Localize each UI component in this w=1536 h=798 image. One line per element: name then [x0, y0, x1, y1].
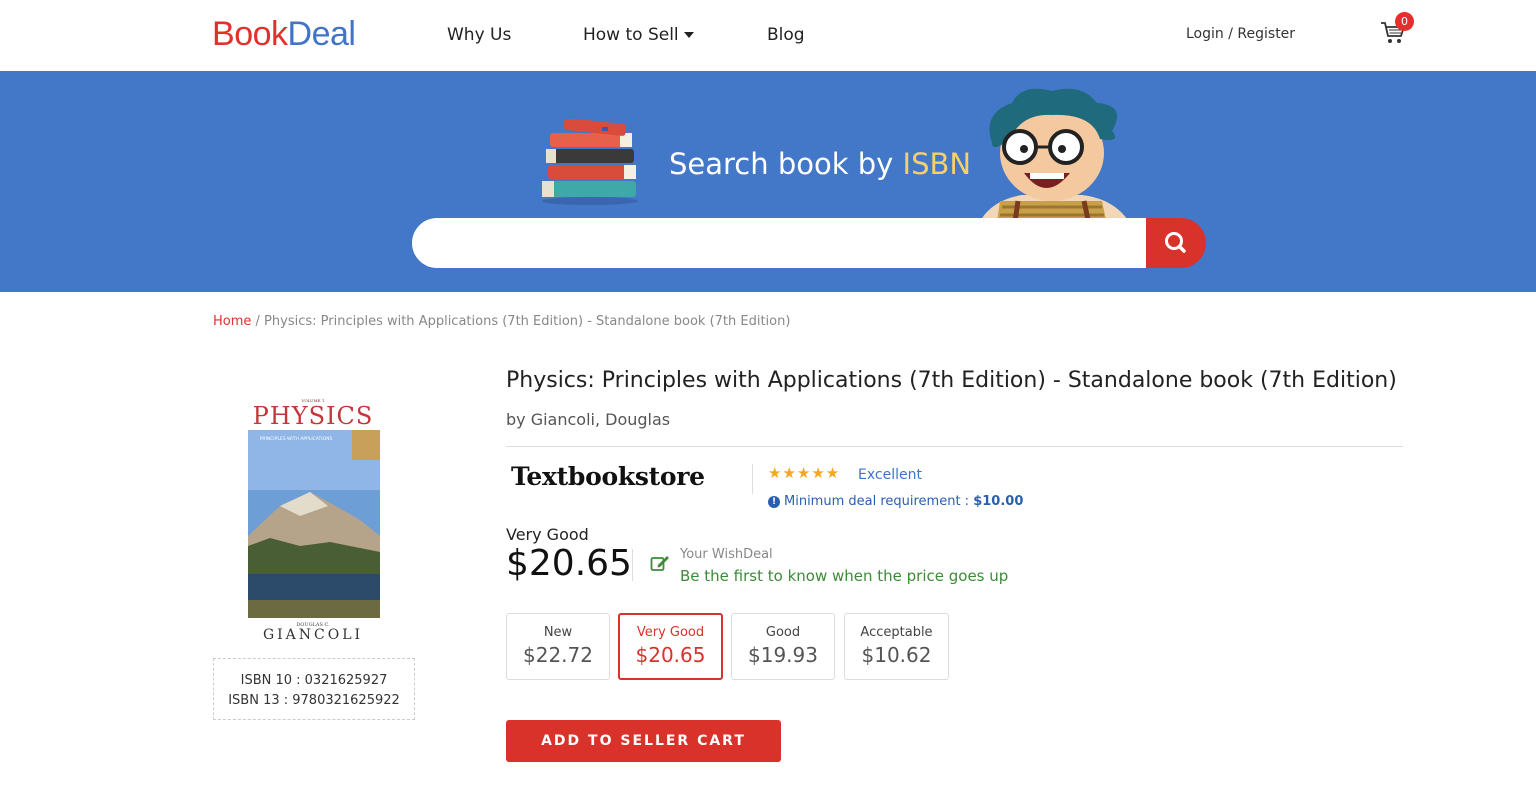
- caret-down-icon: [683, 32, 694, 38]
- cover-title: PHYSICS: [253, 402, 374, 430]
- nav-blog[interactable]: Blog: [767, 24, 805, 46]
- isbn-search-input[interactable]: [412, 218, 1148, 268]
- condition-good-button[interactable]: Good $19.93: [731, 613, 835, 680]
- cover-subtitle: PRINCIPLES WITH APPLICATIONS: [260, 436, 333, 442]
- nav-why-us[interactable]: Why Us: [447, 24, 511, 46]
- search-icon: [1165, 232, 1186, 253]
- hero-title: Search book by ISBN: [669, 147, 971, 181]
- add-to-seller-cart-button[interactable]: ADD TO SELLER CART: [506, 720, 781, 762]
- breadcrumb-current: Physics: Principles with Applications (7…: [264, 314, 791, 329]
- seller-rating-label: Excellent: [858, 467, 922, 483]
- divider: [506, 446, 1403, 447]
- search-button[interactable]: [1146, 218, 1206, 268]
- breadcrumb: Home / Physics: Principles with Applicat…: [213, 314, 790, 329]
- register-link[interactable]: Register: [1237, 26, 1295, 42]
- logo-book: ook: [234, 15, 288, 53]
- min-deal-label: Minimum deal requirement :: [784, 494, 974, 509]
- nav-how-to-sell[interactable]: How to Sell: [583, 24, 694, 46]
- login-link[interactable]: Login: [1186, 26, 1224, 42]
- condition-new-button[interactable]: New $22.72: [506, 613, 610, 680]
- condition-price: $22.72: [523, 643, 593, 667]
- condition-name: Very Good: [636, 625, 705, 640]
- condition-name: Acceptable: [860, 625, 933, 640]
- book-author: by Giancoli, Douglas: [506, 410, 671, 429]
- breadcrumb-home[interactable]: Home: [213, 314, 251, 329]
- min-deal-value: $10.00: [973, 494, 1024, 509]
- star-rating-icon: ★★★★★: [768, 464, 841, 482]
- logo-b: B: [212, 15, 235, 53]
- login-separator: /: [1223, 26, 1238, 42]
- breadcrumb-separator: /: [251, 314, 265, 329]
- info-icon: !: [768, 496, 780, 508]
- site-header: BookDeal Why Us How to Sell Blog Login /…: [0, 0, 1536, 71]
- bookdeal-logo[interactable]: BookDeal: [212, 14, 356, 54]
- search-hero: Search book by ISBN: [0, 71, 1536, 292]
- nav-how-to-sell-label: How to Sell: [583, 25, 679, 45]
- condition-acceptable-button[interactable]: Acceptable $10.62: [844, 613, 949, 680]
- condition-price: $19.93: [748, 643, 818, 667]
- login-register: Login / Register: [1186, 26, 1295, 42]
- condition-name: New: [543, 625, 573, 640]
- hero-title-isbn: ISBN: [902, 147, 972, 181]
- wishdeal-title: Your WishDeal: [680, 547, 773, 562]
- edit-icon[interactable]: [650, 554, 670, 572]
- isbn-10: ISBN 10 : 0321625927: [240, 673, 388, 688]
- condition-name: Good: [765, 625, 801, 640]
- hero-title-text: Search book by: [669, 147, 903, 181]
- cart-count-badge: 0: [1395, 12, 1414, 31]
- condition-very-good-button[interactable]: Very Good $20.65: [618, 613, 723, 680]
- cover-author: GIANCOLI: [263, 627, 363, 642]
- isbn-info-box: ISBN 10 : 0321625927 ISBN 13 : 978032162…: [213, 658, 415, 720]
- book-title: Physics: Principles with Applications (7…: [506, 368, 1397, 393]
- price-divider: [632, 549, 633, 581]
- condition-price: $20.65: [635, 643, 706, 667]
- wishdeal-link[interactable]: Be the first to know when the price goes…: [680, 567, 1008, 585]
- book-stack-illustration: [542, 119, 638, 205]
- isbn-13: ISBN 13 : 9780321625922: [228, 693, 400, 708]
- min-deal-requirement: ! Minimum deal requirement : $10.00: [768, 494, 1023, 509]
- logo-deal: Deal: [287, 15, 356, 53]
- selected-condition-label: Very Good: [506, 525, 589, 544]
- selected-price: $20.65: [506, 543, 632, 584]
- seller-logo[interactable]: Textbookstore: [511, 462, 705, 491]
- condition-price: $10.62: [861, 643, 932, 667]
- book-cover-image: VOLUME 1 PHYSICS PRINCIPLES WITH APPLICA…: [240, 396, 386, 642]
- seller-divider: [752, 464, 753, 494]
